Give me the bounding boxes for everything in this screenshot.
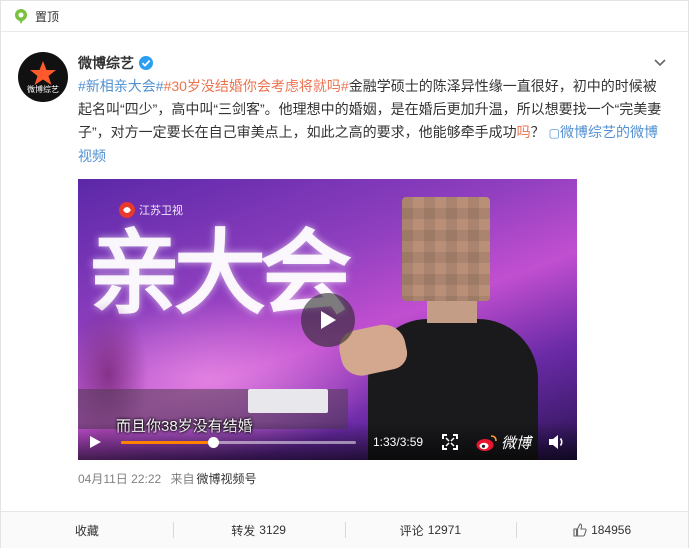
- hashtag-link[interactable]: #30岁没结婚你会考虑将就吗#: [164, 78, 349, 94]
- fullscreen-icon[interactable]: [442, 434, 458, 455]
- favorite-button[interactable]: 收藏: [1, 512, 173, 548]
- pinned-label: 置顶: [35, 9, 60, 24]
- weibo-logo-icon[interactable]: 微博: [476, 432, 531, 453]
- progress-bar[interactable]: [121, 437, 356, 448]
- post-meta: 04月11日 22:22 来自 微博视频号: [78, 470, 263, 487]
- verified-icon: [139, 56, 153, 70]
- volume-icon[interactable]: [548, 434, 566, 455]
- action-bar: 收藏 转发 3129 评论 12971 184956: [1, 511, 688, 548]
- comment-label: 评论: [399, 523, 424, 538]
- video-controls: 1:33/3:59 微博: [78, 422, 577, 460]
- channel-logo-icon: [119, 202, 135, 218]
- username[interactable]: 微博综艺: [78, 53, 153, 73]
- star-icon: [30, 60, 56, 85]
- hashtag-link[interactable]: #新相亲大会#: [78, 78, 164, 94]
- avatar-caption: 微博综艺: [27, 84, 59, 94]
- channel-logo: 江苏卫视: [118, 201, 183, 219]
- weibo-watermark-text: 微博: [501, 435, 532, 452]
- repost-button[interactable]: 转发 3129: [172, 512, 345, 548]
- like-button[interactable]: 184956: [516, 512, 688, 548]
- pinned-bar: 置顶: [1, 1, 688, 32]
- progress-fill: [121, 441, 213, 444]
- video-player[interactable]: 亲大会 江苏卫视 而且你38岁没有结婚: [78, 179, 577, 460]
- repost-count: 3129: [259, 523, 286, 537]
- like-count: 184956: [591, 523, 632, 537]
- play-icon: [321, 311, 336, 329]
- comment-button[interactable]: 评论 12971: [344, 512, 517, 548]
- avatar[interactable]: 微博综艺: [18, 52, 68, 102]
- repost-label: 转发: [231, 523, 256, 538]
- weibo-post-card: 置顶 微博综艺 微博综艺 #新相亲大会##30岁没结婚你会考虑将就吗#金融学硕士…: [0, 0, 689, 548]
- post-tail: ？: [530, 124, 545, 140]
- comment-count: 12971: [427, 523, 462, 537]
- control-play-icon[interactable]: [88, 435, 102, 454]
- post-date[interactable]: 04月11日 22:22: [78, 472, 161, 486]
- play-button[interactable]: [301, 293, 355, 347]
- favorite-label: 收藏: [74, 523, 99, 538]
- post-text: #新相亲大会##30岁没结婚你会考虑将就吗#金融学硕士的陈泽异性缘一直很好，初中…: [78, 75, 668, 168]
- post-tail-highlight: 吗: [516, 124, 531, 140]
- link-icon: ▢: [548, 126, 561, 140]
- username-text[interactable]: 微博综艺: [78, 53, 134, 73]
- like-icon: [573, 523, 587, 537]
- channel-logo-text: 江苏卫视: [139, 205, 183, 217]
- source-prefix: 来自: [170, 472, 195, 486]
- desk-object: [248, 389, 328, 413]
- chevron-down-icon[interactable]: [652, 55, 668, 71]
- time-display: 1:33/3:59: [373, 435, 424, 449]
- pin-icon: [13, 8, 29, 24]
- pixelated-face: [402, 197, 490, 301]
- post-source[interactable]: 微博视频号: [197, 472, 257, 486]
- progress-knob[interactable]: [207, 437, 219, 448]
